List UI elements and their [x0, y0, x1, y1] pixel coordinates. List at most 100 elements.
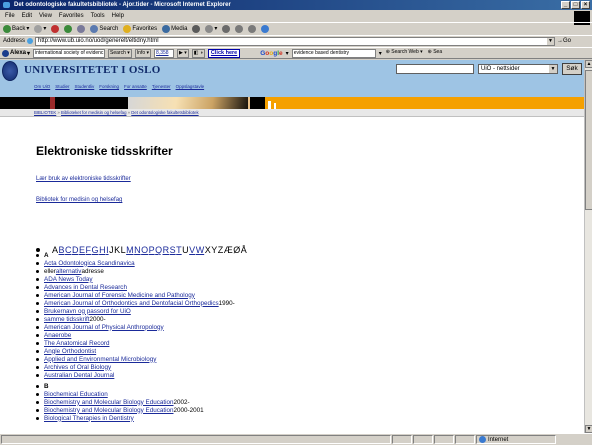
library-link[interactable]: Bibliotek for medisin og helsefag: [36, 197, 122, 203]
alexa-rank[interactable]: 8,358: [154, 48, 175, 58]
menubar: File Edit View Favorites Tools Help: [0, 11, 592, 21]
home-button[interactable]: [77, 23, 86, 34]
journal-link[interactable]: alternativ: [56, 268, 82, 275]
list-item: Biochemistry and Molecular Biology Educa…: [36, 398, 456, 406]
google-logo[interactable]: Google: [260, 50, 282, 57]
alexa-history-button[interactable]: ◧ ◑: [191, 48, 205, 58]
nav-studier[interactable]: Studier: [55, 84, 69, 89]
menu-view[interactable]: View: [39, 11, 52, 21]
help-link[interactable]: Lær bruk av elektroniske tidsskrifter: [36, 176, 131, 182]
alexa-button[interactable]: Alexa ▾: [2, 49, 30, 57]
click-here-button[interactable]: Click here: [207, 48, 241, 58]
forward-button[interactable]: ▾: [34, 23, 46, 34]
nav-forskning[interactable]: Forskning: [99, 84, 119, 89]
scroll-up-button[interactable]: ▲: [585, 60, 592, 68]
discuss-button[interactable]: [248, 23, 257, 34]
alexa-info-button[interactable]: Info ▾: [134, 48, 152, 58]
history-button[interactable]: [192, 23, 201, 34]
stop-button[interactable]: [51, 23, 60, 34]
menu-tools[interactable]: Tools: [91, 11, 105, 21]
site-search-button[interactable]: Søk: [562, 63, 582, 75]
banner-mark: [268, 101, 271, 109]
journal-link[interactable]: American Journal of Forensic Medicine an…: [44, 292, 195, 299]
journal-link[interactable]: Biochemical Education: [44, 391, 108, 398]
journal-link[interactable]: American Journal of Physical Anthropolog…: [44, 324, 164, 331]
journal-link[interactable]: The Anatomical Record: [44, 340, 109, 347]
mail-button[interactable]: ▾: [205, 23, 217, 34]
google-search-site-button[interactable]: ⊕ Sea: [427, 49, 444, 58]
print-button[interactable]: [222, 23, 231, 34]
alexa-search-input[interactable]: international society of evidenc: [33, 48, 106, 58]
vertical-scrollbar[interactable]: ▲ ▼: [584, 60, 592, 433]
list-item: American Journal of Forensic Medicine an…: [36, 291, 456, 299]
bullet: [36, 277, 39, 281]
address-bar: Address http://www.ub.uio.no/uod/generel…: [0, 35, 592, 46]
journal-link[interactable]: American Journal of Orthodontics and Den…: [44, 300, 219, 307]
alexa-search-button[interactable]: Search ▾: [108, 48, 132, 58]
messenger-button[interactable]: [261, 23, 270, 34]
breadcrumb-bibliotek[interactable]: BIBLIOTEK: [34, 110, 56, 115]
address-label: Address: [3, 38, 26, 44]
edit-button[interactable]: [235, 23, 244, 34]
favorites-button[interactable]: Favorites: [123, 23, 157, 34]
bullet: [36, 416, 39, 420]
list-item: Biological Therapies in Dentistry: [36, 414, 456, 422]
journal-link[interactable]: Anaerobe: [44, 332, 71, 339]
nav-oppslagstavle[interactable]: Oppslagstavle: [176, 84, 205, 89]
menu-edit[interactable]: Edit: [22, 11, 32, 21]
refresh-button[interactable]: [64, 23, 73, 34]
journal-link[interactable]: Applied and Environmental Microbiology: [44, 356, 156, 363]
google-search-input[interactable]: evidence based dentistry: [291, 48, 376, 58]
journal-link[interactable]: Biological Therapies in Dentistry: [44, 415, 134, 422]
address-input[interactable]: http://www.ub.uio.no/uod/generelt/eltidn…: [35, 36, 556, 46]
journal-link[interactable]: Australian Dental Journal: [44, 372, 114, 379]
search-button[interactable]: Search: [90, 23, 118, 34]
journal-link[interactable]: ADA News Today: [44, 276, 93, 283]
nav-for-ansatte[interactable]: For ansatte: [124, 84, 147, 89]
menu-favorites[interactable]: Favorites: [59, 11, 84, 21]
journal-link[interactable]: Angle Orthodontist: [44, 348, 96, 355]
minimize-button[interactable]: _: [561, 1, 570, 9]
list-item: American Journal of Orthodontics and Den…: [36, 299, 456, 307]
search-icon: [90, 24, 99, 33]
nav-studentliv[interactable]: Studentliv: [75, 84, 95, 89]
list-item: Applied and Environmental Microbiology: [36, 355, 456, 363]
journal-link[interactable]: samme tidsskrift: [44, 316, 89, 323]
scroll-down-button[interactable]: ▼: [585, 425, 592, 433]
breadcrumb-odontologisk[interactable]: Det odontologiske fakultetsbibliotek: [131, 110, 198, 115]
menu-help[interactable]: Help: [112, 11, 124, 21]
site-logo[interactable]: UNIVERSITETET I OSLO: [24, 64, 161, 76]
google-dropdown[interactable]: ▾: [286, 50, 289, 57]
journal-link[interactable]: Biochemistry and Molecular Biology Educa…: [44, 407, 174, 414]
journal-link[interactable]: Archives of Oral Biology: [44, 364, 111, 371]
stop-icon: [51, 24, 60, 33]
journal-link[interactable]: Acta Odontologica Scandinavica: [44, 260, 135, 267]
journal-link[interactable]: Biochemistry and Molecular Biology Educa…: [44, 399, 174, 406]
menu-file[interactable]: File: [5, 11, 15, 21]
bullet: [36, 269, 39, 273]
google-search-dropdown[interactable]: ▾: [379, 50, 382, 57]
media-button[interactable]: Media: [162, 23, 187, 34]
breadcrumb-medisin[interactable]: Biblioteket for medisin og helsefag: [61, 110, 126, 115]
nav-om-uio[interactable]: Om UiO: [34, 84, 50, 89]
site-search-input[interactable]: [396, 64, 474, 74]
list-item: Advances in Dental Research: [36, 283, 456, 291]
list-item: American Journal of Physical Anthropolog…: [36, 323, 456, 331]
nav-tjenester[interactable]: Tjenester: [152, 84, 171, 89]
close-button[interactable]: ×: [581, 1, 590, 9]
journal-link[interactable]: Brukernavn og passord for UiO: [44, 308, 131, 315]
google-search-web-button[interactable]: ⊕ Search Web ▾: [385, 49, 424, 58]
back-button[interactable]: Back ▾: [3, 23, 29, 34]
address-dropdown[interactable]: ▼: [547, 37, 555, 45]
bullet: [36, 392, 39, 396]
site-scope-select[interactable]: UiO - nettsider ▼: [478, 64, 558, 74]
scroll-thumb[interactable]: [585, 70, 592, 210]
go-button[interactable]: →Go: [557, 38, 571, 44]
alexa-related-button[interactable]: ▶ ▾: [177, 48, 189, 58]
star-icon: [123, 24, 132, 33]
maximize-button[interactable]: □: [571, 1, 580, 9]
item-prefix: eller: [44, 267, 56, 275]
journal-link[interactable]: Advances in Dental Research: [44, 284, 127, 291]
window-titlebar: Det odontologiske fakultetsbibliotek - A…: [0, 0, 592, 10]
status-cell: [434, 435, 454, 444]
